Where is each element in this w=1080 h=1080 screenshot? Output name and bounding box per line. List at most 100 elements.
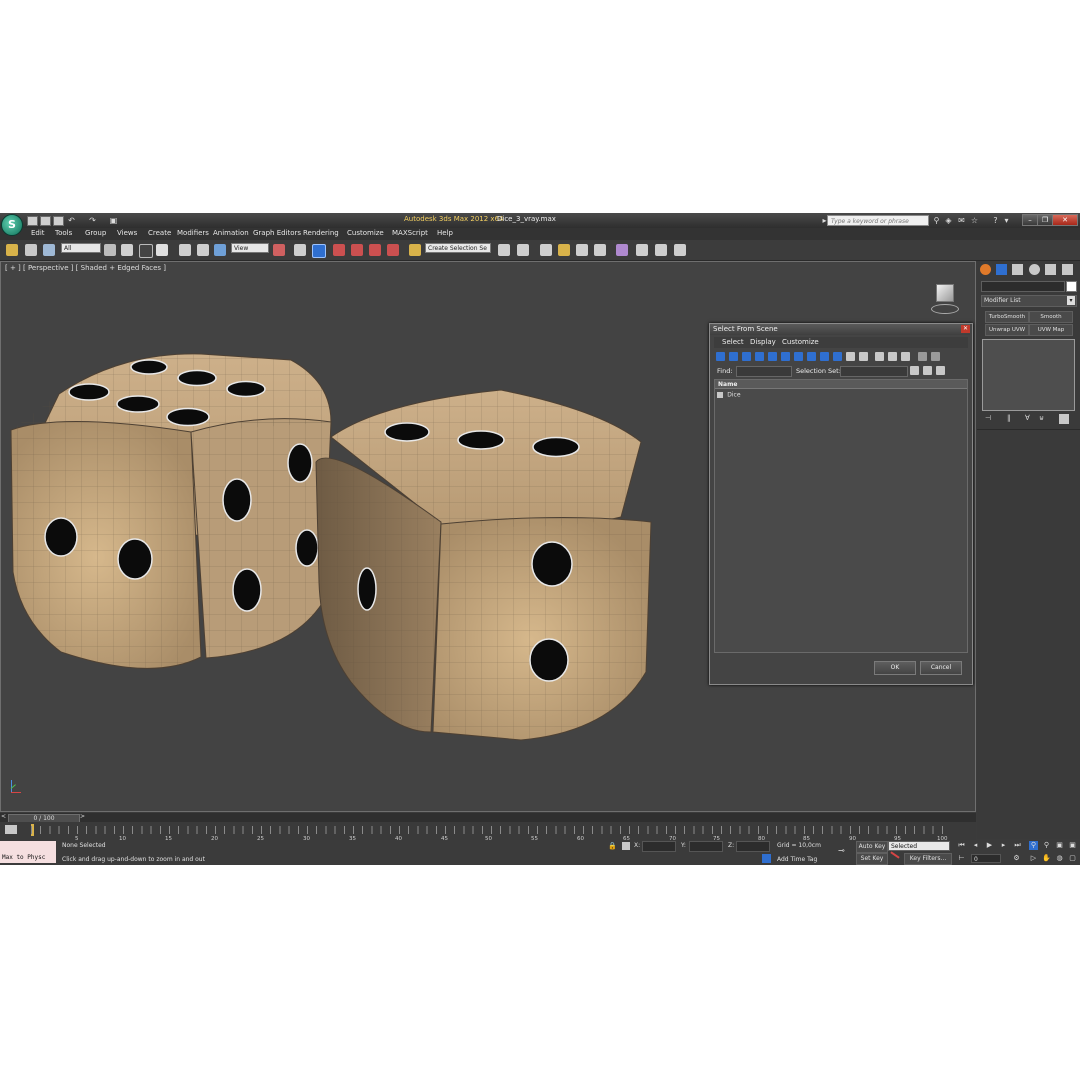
orbit-icon[interactable]: ◍ [1055, 854, 1064, 863]
display-all-icon[interactable] [846, 352, 855, 361]
graphite-ribbon-icon[interactable] [558, 244, 570, 256]
turbosmooth-button[interactable]: TurboSmooth [985, 311, 1029, 323]
play-icon[interactable]: ▶ [985, 841, 994, 850]
menu-group[interactable]: Group [85, 229, 106, 237]
select-rotate-icon[interactable] [197, 244, 209, 256]
rectangular-selection-icon[interactable] [139, 244, 153, 258]
remove-modifier-icon[interactable]: ⊎ [1039, 414, 1049, 424]
edit-selection-set-icon[interactable] [936, 366, 945, 375]
list-item[interactable]: Dice [717, 391, 741, 399]
time-slider[interactable]: < 0 / 100 > [0, 813, 976, 823]
align-icon[interactable] [517, 244, 529, 256]
display-none-icon[interactable] [859, 352, 868, 361]
material-editor-icon[interactable] [616, 244, 628, 256]
display-tab-icon[interactable] [1045, 264, 1056, 275]
display-geometry-icon[interactable] [716, 352, 725, 361]
dialog-close-button[interactable]: ✕ [961, 325, 970, 333]
maxscript-mini-listener[interactable]: Max to Physc [0, 852, 56, 863]
display-helpers-icon[interactable] [768, 352, 777, 361]
select-invert-icon[interactable] [901, 352, 910, 361]
display-shapes-icon[interactable] [729, 352, 738, 361]
set-key-button[interactable]: Set Key [856, 853, 888, 865]
next-frame-icon[interactable]: ▸ [999, 841, 1008, 850]
display-groups-icon[interactable] [794, 352, 803, 361]
scene-object-list[interactable]: Name Dice [714, 379, 968, 653]
configure-sets-icon[interactable] [1059, 414, 1069, 424]
track-bar[interactable]: 5 10 15 20 25 30 35 40 45 50 55 60 65 70… [0, 822, 976, 842]
auto-key-button[interactable]: Auto Key [856, 841, 888, 853]
go-to-start-icon[interactable]: ⏮ [957, 841, 966, 850]
curve-editor-icon[interactable] [576, 244, 588, 256]
pan-view-icon[interactable]: ✋ [1042, 854, 1051, 863]
make-unique-icon[interactable]: ∀ [1025, 414, 1035, 424]
display-lights-icon[interactable] [742, 352, 751, 361]
field-of-view-icon[interactable]: ▷ [1029, 854, 1038, 863]
render-production-icon[interactable] [674, 244, 686, 256]
display-bones-icon[interactable] [820, 352, 829, 361]
undo-icon[interactable]: ↶ [67, 216, 76, 225]
menu-help[interactable]: Help [437, 229, 453, 237]
menu-tools[interactable]: Tools [55, 229, 72, 237]
redo-icon[interactable]: ↷ [88, 216, 97, 225]
subscription-icon[interactable]: ◈ [944, 216, 953, 225]
binoculars-icon[interactable]: ⚲ [932, 216, 941, 225]
z-coord-field[interactable] [736, 841, 770, 852]
hierarchy-tab-icon[interactable] [1012, 264, 1023, 275]
zoom-icon[interactable]: ⚲ [1029, 841, 1038, 850]
time-configuration-icon[interactable]: ⚙ [1012, 854, 1021, 863]
dialog-menu-display[interactable]: Display [750, 338, 776, 346]
spinner-snap-icon[interactable] [387, 244, 399, 256]
angle-snap-icon[interactable] [351, 244, 363, 256]
select-all-icon[interactable] [875, 352, 884, 361]
menu-modifiers[interactable]: Modifiers [177, 229, 209, 237]
remove-selection-set-icon[interactable] [923, 366, 932, 375]
right-die[interactable] [315, 389, 652, 741]
display-xrefs-icon[interactable] [807, 352, 816, 361]
reference-coordinate-dropdown[interactable]: View [231, 243, 269, 253]
new-file-icon[interactable] [27, 216, 38, 226]
motion-tab-icon[interactable] [1029, 264, 1040, 275]
show-end-result-icon[interactable]: ‖ [1007, 414, 1017, 424]
window-crossing-icon[interactable] [156, 244, 168, 256]
menu-views[interactable]: Views [117, 229, 137, 237]
column-header-name[interactable]: Name [715, 380, 967, 389]
time-tag-icon[interactable] [762, 854, 771, 863]
minimize-button[interactable]: – [1022, 214, 1038, 226]
select-by-name-icon[interactable] [121, 244, 133, 256]
open-file-icon[interactable] [40, 216, 51, 226]
key-mode-dropdown[interactable]: Selected [888, 841, 950, 851]
modifier-list-dropdown[interactable]: Modifier List ▾ [981, 295, 1077, 307]
modifier-stack[interactable] [982, 339, 1075, 411]
object-name-field[interactable] [981, 281, 1065, 292]
filter-options-icon[interactable] [931, 352, 940, 361]
current-frame-field[interactable]: 0 [971, 854, 1001, 863]
favorites-icon[interactable]: ☆ [970, 216, 979, 225]
pin-stack-icon[interactable]: ⊣ [985, 414, 995, 424]
percent-snap-icon[interactable] [369, 244, 381, 256]
select-scale-icon[interactable] [214, 244, 226, 256]
filter-icon[interactable] [918, 352, 927, 361]
menu-rendering[interactable]: Rendering [303, 229, 339, 237]
mini-curve-editor-icon[interactable] [5, 825, 17, 834]
absolute-mode-icon[interactable] [622, 842, 630, 850]
selection-filter-dropdown[interactable]: All [61, 243, 101, 253]
layer-manager-icon[interactable] [540, 244, 552, 256]
select-none-icon[interactable] [888, 352, 897, 361]
object-color-swatch[interactable] [1066, 281, 1077, 292]
find-input[interactable] [736, 366, 792, 377]
restore-button[interactable]: ❐ [1037, 214, 1053, 226]
cancel-button[interactable]: Cancel [920, 661, 962, 675]
application-button-icon[interactable]: S [1, 214, 23, 236]
dialog-menu-customize[interactable]: Customize [782, 338, 819, 346]
previous-frame-icon[interactable]: ◂ [971, 841, 980, 850]
rendered-frame-window-icon[interactable] [655, 244, 667, 256]
select-manipulate-icon[interactable] [294, 244, 306, 256]
maxscript-listener-top[interactable] [0, 841, 56, 852]
help-icon[interactable]: ? [991, 216, 1000, 225]
close-button[interactable]: ✕ [1052, 214, 1078, 226]
help-dropdown-icon[interactable]: ▾ [1002, 216, 1011, 225]
pivot-center-icon[interactable] [273, 244, 285, 256]
add-selection-set-icon[interactable] [910, 366, 919, 375]
left-die[interactable] [10, 353, 332, 669]
display-cameras-icon[interactable] [755, 352, 764, 361]
